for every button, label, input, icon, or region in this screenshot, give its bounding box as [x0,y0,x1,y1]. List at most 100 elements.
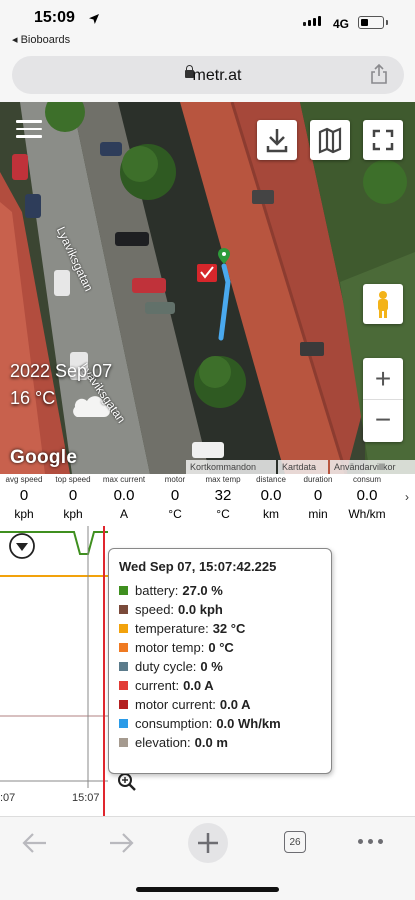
zoom-control: + − [363,358,403,442]
x-axis-tick-label: :07 [0,792,16,804]
stat-value: 0 [19,487,29,504]
tabs-button[interactable]: 26 [284,831,306,853]
series-dropdown-icon[interactable] [10,534,36,560]
tooltip-row-temperature: temperature: 32 °C [119,619,321,638]
series-swatch [119,738,128,747]
series-swatch [119,681,128,690]
download-button[interactable] [257,120,297,160]
pegman-icon [378,291,388,318]
stat-motor: motor 0 °C [152,474,198,522]
tooltip-value: 0 % [200,659,223,674]
tooltip-key: temperature: [135,621,209,636]
stat-value: 0.0 [260,487,282,504]
tooltip-row-consumption: consumption: 0.0 Wh/km [119,714,321,733]
stat-consumption: consum 0.0 Wh/km [342,474,392,522]
stat-label: distance [256,475,286,484]
stat-label: consum [352,475,381,484]
fullscreen-icon [372,129,394,151]
satellite-map[interactable]: + − Lyaviksgatan Lyaviksgatan 2022 Sep 0… [0,102,415,474]
series-swatch [119,605,128,614]
tooltip-timestamp: Wed Sep 07, 15:07:42.225 [119,559,277,574]
stat-label: avg speed [5,475,43,484]
tooltip-value: 0.0 A [183,678,214,693]
stat-value: 0.0 [113,487,135,504]
back-arrow-icon[interactable] [20,831,50,855]
tooltip-key: battery: [135,583,179,598]
tooltip-row-motor-temp: motor temp: 0 °C [119,638,321,657]
tooltip-row-speed: speed: 0.0 kph [119,600,321,619]
back-to-app-link[interactable]: ◂ Bioboards [12,33,70,46]
stat-value: 0 [170,487,180,504]
fullscreen-button[interactable] [363,120,403,160]
tooltip-row-elevation: elevation: 0.0 m [119,733,321,752]
map-footer-shortcuts[interactable]: Kortkommandon [186,460,276,474]
stat-max-current: max current 0.0 A [98,474,150,522]
map-type-button[interactable] [310,120,350,160]
tooltip-key: speed: [135,602,175,617]
tooltip-key: motor temp: [135,640,205,655]
series-swatch [119,643,128,652]
home-indicator[interactable] [136,887,279,892]
scroll-right-chevron-icon[interactable]: › [405,490,409,504]
tooltip-value: 0.0 m [194,735,228,750]
stat-unit: min [308,507,328,521]
series-swatch [119,700,128,709]
tooltip-value: 27.0 % [182,583,223,598]
battery-icon [358,16,384,29]
stat-duration: duration 0 min [295,474,341,522]
stat-label: max current [102,475,146,484]
map-footer-terms[interactable]: Användarvillkor [330,460,415,474]
chart-tooltip: Wed Sep 07, 15:07:42.225 battery: 27.0 %… [108,548,332,774]
tooltip-value: 0.0 A [219,697,251,712]
series-swatch [119,662,128,671]
new-tab-button[interactable] [188,823,228,863]
stat-unit: kph [14,507,34,521]
clock: 15:09 [34,9,75,26]
street-view-pegman[interactable] [363,284,403,324]
stat-unit: °C [168,507,182,521]
google-logo: Google [10,447,78,468]
more-menu-icon[interactable] [358,839,383,844]
forward-arrow-icon[interactable] [106,831,136,855]
map-temperature: 16 °C [10,388,56,408]
stat-max-temp: max temp 32 °C [198,474,248,522]
tooltip-row-battery: battery: 27.0 % [119,581,321,600]
stat-top-speed: top speed 0 kph [49,474,97,522]
stat-value: 0 [313,487,323,504]
series-swatch [119,586,128,595]
telemetry-chart[interactable]: :07 15:07 Wed Sep 07, 15:07:42.225 batte… [0,526,415,816]
menu-icon[interactable] [16,120,42,138]
tooltip-key: motor current: [135,697,216,712]
browser-toolbar: 26 [0,816,415,900]
app-screen: 15:09 ◂ Bioboards 4G metr.at + − Lyaviks… [0,0,415,900]
map-imagery [0,102,415,474]
stat-unit: Wh/km [348,507,386,521]
tooltip-row-current: current: 0.0 A [119,676,321,695]
stat-label: top speed [55,475,91,484]
cellular-signal-icon [303,16,321,26]
tooltip-key: elevation: [135,735,191,750]
share-icon[interactable] [370,64,388,84]
zoom-in-button[interactable]: + [363,358,403,400]
series-swatch [119,624,128,633]
url-text: metr.at [192,67,242,84]
stat-value: 0 [68,487,78,504]
stat-avg-speed: avg speed 0 kph [0,474,48,522]
stat-unit: kph [63,507,83,521]
browser-address-area: metr.at [0,50,415,102]
tooltip-value: 0 °C [208,640,234,655]
address-bar[interactable]: metr.at [12,56,404,94]
zoom-out-button[interactable]: − [363,400,403,442]
tooltip-key: duty cycle: [135,659,197,674]
stat-distance: distance 0.0 km [248,474,294,522]
download-icon [266,129,288,153]
battery-level-fill [360,18,368,26]
stat-unit: A [119,507,128,521]
tooltip-row-motor-current: motor current: 0.0 A [119,695,321,714]
stat-value: 0.0 [356,487,378,504]
map-footer-mapdata[interactable]: Kartdata [278,460,328,474]
tooltip-value: 0.0 Wh/km [216,716,281,731]
plus-icon [198,833,218,853]
map-icon [318,127,342,154]
tab-count: 26 [289,837,301,848]
